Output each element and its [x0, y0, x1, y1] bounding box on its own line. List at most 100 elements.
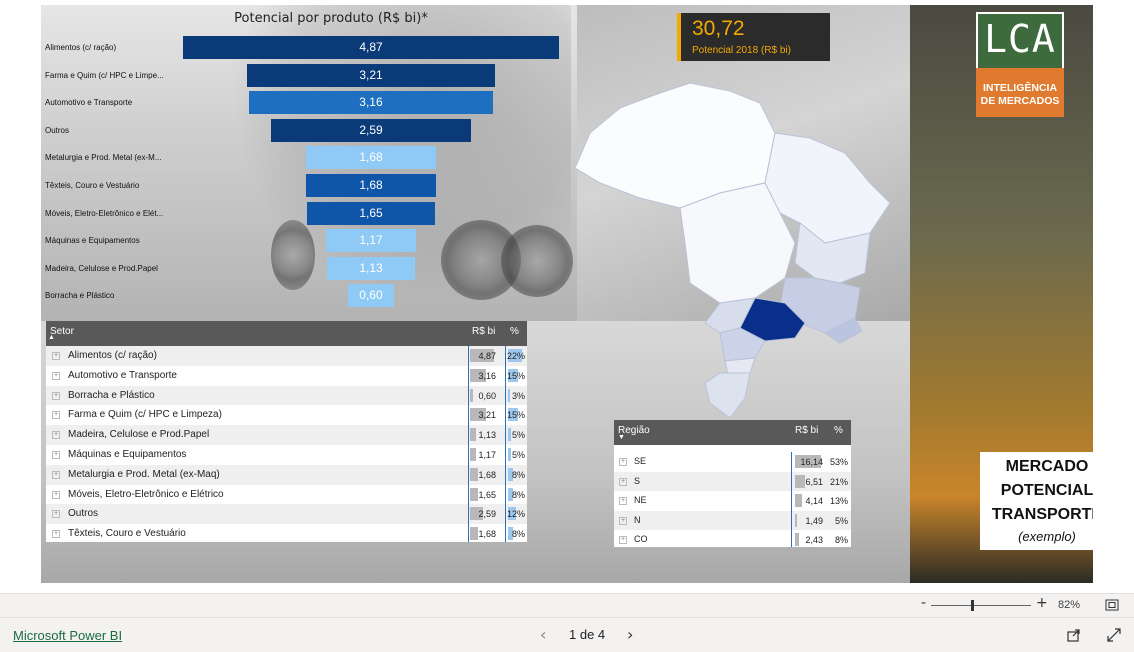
table-row[interactable]: + Outros 2,59 12% — [46, 504, 527, 525]
expand-icon[interactable]: + — [52, 411, 60, 420]
bar-value-label: 1,68 — [359, 178, 383, 192]
expand-icon[interactable]: + — [52, 470, 60, 479]
kpi-card[interactable]: 30,72 Potencial 2018 (R$ bi) — [677, 13, 830, 61]
footer-bar: Microsoft Power BI ‹ 1 de 4 › — [0, 617, 1134, 652]
setor-value: 1,13 — [478, 430, 496, 441]
bar-category-label: Outros — [45, 125, 70, 135]
bar-category-label: Borracha e Plástico — [45, 291, 115, 301]
table-row[interactable]: + CO 2,43 8% — [614, 530, 851, 550]
bar-value-label: 1,13 — [359, 260, 383, 275]
setor-table[interactable]: Setor ▲ R$ bi % + Alimentos (c/ ração) 4,8… — [46, 321, 527, 542]
rs-bi-column-header[interactable]: R$ bi — [472, 326, 495, 337]
zoom-out-button[interactable]: - — [921, 595, 926, 611]
table-row[interactable]: + Automotivo e Transporte 3,16 15% — [46, 366, 527, 386]
kpi-label: Potencial 2018 (R$ bi) — [692, 45, 791, 56]
bar[interactable]: 0,60 — [347, 284, 395, 308]
bar-value-label: 1,17 — [359, 233, 383, 248]
table-row[interactable]: + Máquinas e Equipamentos 1,17 5% — [46, 445, 527, 465]
expand-icon[interactable]: + — [619, 516, 627, 525]
table-row[interactable]: + S 6,51 21% — [614, 471, 851, 492]
bar[interactable]: 1,68 — [306, 174, 436, 197]
pct-column-header[interactable]: % — [510, 326, 519, 337]
regiao-name: SE — [634, 456, 647, 466]
table-row[interactable]: + Móveis, Eletro-Eletrônico e Elétrico 1,6… — [46, 485, 527, 505]
expand-icon[interactable]: + — [619, 497, 627, 505]
powerbi-link[interactable]: Microsoft Power BI — [13, 628, 122, 643]
expand-icon[interactable]: + — [619, 536, 627, 544]
table-row[interactable]: + NE 4,14 13% — [614, 491, 851, 511]
bar-category-label: Móveis, Eletro-Eletrônico e Elét... — [45, 208, 164, 218]
setor-value: 2,59 — [478, 509, 496, 520]
sort-desc-icon[interactable]: ▼ — [618, 434, 625, 441]
mercado-line-1: MERCADO — [1005, 458, 1089, 475]
bar[interactable]: 1,65 — [307, 201, 435, 225]
setor-name: Outros — [68, 508, 99, 520]
regiao-name: NE — [634, 495, 647, 505]
expand-icon[interactable]: + — [52, 352, 60, 360]
table-row[interactable]: + Borracha e Plástico 0,60 3% — [46, 385, 527, 406]
setor-value: 1,68 — [478, 469, 496, 480]
map-state-sc — [724, 357, 756, 376]
table-row[interactable]: + Têxteis, Couro e Vestuário 1,68 8% — [46, 524, 527, 544]
bar[interactable]: 3,21 — [247, 63, 495, 87]
setor-value: 3,16 — [478, 370, 496, 381]
fit-page-icon[interactable] — [1105, 599, 1119, 611]
regiao-table[interactable]: Região ▼ R$ bi % + SE 16,14 53% + S 6,51 21% + NE… — [614, 420, 851, 547]
expand-icon[interactable]: + — [52, 391, 60, 400]
sort-asc-icon[interactable]: ▲ — [48, 334, 55, 341]
table-row[interactable]: + Farma e Quim (c/ HPC e Limpeza) 3,21 15% — [46, 405, 527, 425]
kpi-value: 30,72 — [692, 17, 745, 40]
column-divider — [791, 452, 792, 547]
table-row[interactable]: + Metalurgia e Prod. Metal (ex-Maq) 1,68 8% — [46, 464, 527, 485]
bar-value-label: 3,16 — [359, 95, 383, 110]
expand-icon[interactable]: + — [52, 371, 60, 380]
bar-category-label: Farma e Quim (c/ HPC e Limpe... — [45, 70, 164, 80]
zoom-slider-thumb[interactable] — [971, 600, 974, 611]
pct-column-header[interactable]: % — [834, 425, 843, 436]
bar[interactable]: 3,16 — [249, 91, 493, 115]
expand-icon[interactable]: + — [52, 510, 60, 519]
rs-bi-column-header[interactable]: R$ bi — [795, 425, 818, 436]
setor-value: 1,65 — [478, 489, 496, 500]
bar[interactable]: 4,87 — [183, 36, 559, 59]
bar-value-label: 3,21 — [359, 67, 383, 82]
mercado-line-2: POTENCIAL — [1000, 482, 1093, 499]
table-row[interactable]: + Alimentos (c/ ração) 4,87 22% — [46, 346, 527, 366]
regiao-name: N — [634, 514, 641, 525]
bar[interactable]: 1,68 — [306, 146, 436, 170]
chart-title: Potencial por produto (R$ bi)* — [234, 11, 428, 26]
expand-icon[interactable]: + — [619, 458, 627, 466]
bar[interactable]: 1,17 — [325, 229, 417, 253]
expand-icon[interactable]: + — [52, 431, 60, 440]
zoom-bar: - + 82% — [0, 593, 1134, 617]
share-icon[interactable] — [1067, 628, 1081, 642]
regiao-value: 6,51 — [805, 476, 823, 487]
regiao-value: 2,43 — [805, 535, 823, 545]
brazil-map[interactable] — [570, 73, 910, 423]
mercado-subtitle: (exemplo) — [1018, 529, 1076, 544]
table-row[interactable]: + N 1,49 5% — [614, 510, 851, 531]
fullscreen-icon[interactable] — [1107, 628, 1121, 642]
zoom-in-button[interactable]: + — [1036, 595, 1048, 611]
expand-icon[interactable]: + — [52, 530, 60, 539]
regiao-pct: 13% — [829, 496, 848, 506]
prev-page-button[interactable]: ‹ — [540, 625, 546, 644]
expand-icon[interactable]: + — [52, 451, 60, 459]
setor-name: Automotivo e Transporte — [68, 369, 177, 381]
bar-value-label: 2,59 — [359, 122, 383, 137]
mercado-textbox: MERCADO POTENCIAL TRANSPORTE (exemplo) — [980, 452, 1093, 550]
expand-icon[interactable]: + — [52, 490, 60, 499]
bar[interactable]: 1,13 — [327, 256, 415, 280]
zoom-level: 82% — [1058, 599, 1081, 611]
expand-icon[interactable]: + — [619, 477, 627, 486]
table-row[interactable]: + SE 16,14 53% — [614, 452, 851, 472]
setor-value: 0,60 — [478, 390, 496, 401]
next-page-button[interactable]: › — [627, 625, 633, 644]
regiao-pct: 5% — [834, 515, 848, 526]
table-row[interactable]: + Madeira, Celulose e Prod.Papel 1,13 5% — [46, 425, 527, 445]
regiao-pct: 53% — [829, 457, 848, 467]
zoom-slider-track[interactable] — [931, 605, 1031, 606]
regiao-name: S — [634, 475, 641, 486]
bar[interactable]: 2,59 — [271, 118, 471, 142]
setor-name: Alimentos (c/ ração) — [68, 350, 157, 361]
